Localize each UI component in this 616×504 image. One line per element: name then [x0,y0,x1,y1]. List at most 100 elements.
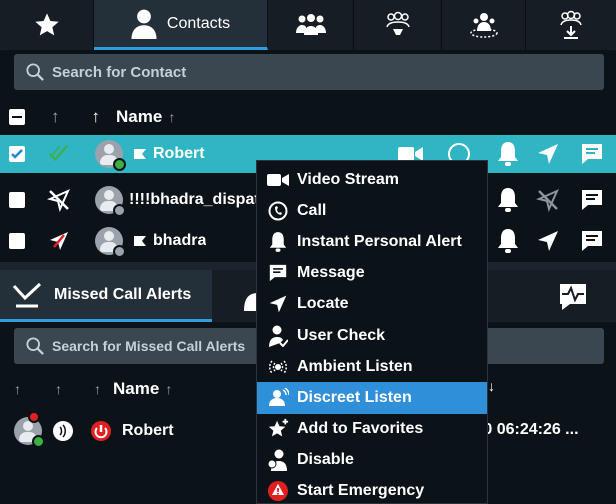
menu-item-user-check[interactable]: User Check [257,320,487,351]
name-sort-arrow-icon[interactable]: ↑ [168,109,175,125]
search-icon [26,337,44,355]
tab-missed-call-alerts[interactable]: Missed Call Alerts [0,270,212,322]
alert-bell-icon [269,232,287,252]
menu-item-label: Locate [297,295,349,313]
menu-item-label: Video Stream [297,170,399,188]
avatar [95,186,126,217]
menu-item-label: Call [297,201,327,219]
menu-item-start-emergency[interactable]: Start Emergency [257,476,487,504]
no-location-icon [47,189,70,212]
audio-call-icon [53,421,73,441]
message-icon [269,264,287,282]
sort-arrow-icon[interactable]: ↑ [55,381,62,397]
row-checkbox[interactable] [9,192,25,208]
location-unavailable-icon [50,232,68,250]
contacts-header-row: ↑ ↑ Name ↑ [0,100,616,134]
name-column-header[interactable]: Name [113,379,159,399]
flag-icon [134,149,146,159]
tab-contacts-label: Contacts [166,14,231,32]
group-download-icon [560,10,582,39]
alert-bell-icon[interactable] [497,141,519,167]
tab-audio[interactable] [556,280,590,314]
missed-call-search-placeholder: Search for Missed Call Alerts [52,338,246,354]
tab-contacts[interactable]: Contacts [94,0,268,50]
menu-item-label: Discreet Listen [297,388,412,406]
locate-icon [269,296,287,313]
select-all-checkbox[interactable] [9,109,25,125]
tab-favorites[interactable] [0,0,94,50]
locate-icon[interactable] [536,142,560,166]
menu-item-label: Message [297,264,365,282]
sort-status-arrow-icon[interactable]: ↑ [51,107,60,127]
menu-item-locate[interactable]: Locate [257,289,487,320]
ambient-listen-icon [269,360,287,374]
online-status-icon [113,158,126,171]
menu-item-instant-personal-alert[interactable]: Instant Personal Alert [257,226,487,257]
time-sort-arrow-icon[interactable]: ↓ [488,378,495,394]
menu-item-label: User Check [297,326,386,344]
flag-icon [134,236,146,246]
avatar [95,227,126,258]
menu-item-label: Add to Favorites [297,420,424,438]
contact-context-menu: Video Stream Call Instant Personal Alert… [256,160,488,504]
name-column-header[interactable]: Name [116,107,162,127]
tab-group-ring[interactable] [442,0,526,50]
contact-name: bhadra [153,232,207,249]
name-sort-arrow-icon[interactable]: ↑ [165,381,172,397]
sort-arrow-icon[interactable]: ↑ [94,381,101,397]
alert-badge-icon [28,411,40,423]
avatar [14,411,45,448]
power-alert-icon [91,421,111,441]
missed-call-name: Robert [122,422,174,439]
row-checkbox[interactable] [9,233,25,249]
menu-item-ambient-listen[interactable]: Ambient Listen [257,351,487,382]
sort-type-arrow-icon[interactable]: ↑ [92,107,101,127]
group-broadcast-icon [385,11,410,35]
sort-arrow-icon[interactable]: ↑ [14,381,21,397]
message-icon[interactable] [580,143,604,165]
menu-item-add-to-favorites[interactable]: Add to Favorites [257,414,487,445]
menu-item-label: Start Emergency [297,482,425,500]
menu-item-label: Ambient Listen [297,357,413,375]
user-check-icon [269,325,288,347]
menu-item-call[interactable]: Call [257,195,487,226]
tab-groups[interactable] [268,0,354,50]
top-tab-bar: Contacts [0,0,616,50]
person-icon [131,9,157,39]
offline-status-icon [113,245,126,258]
tab-group-download[interactable] [526,0,616,50]
online-status-icon [32,435,45,448]
emergency-icon [268,481,288,502]
tab-group-broadcast[interactable] [354,0,442,50]
tab-missed-call-alerts-label: Missed Call Alerts [54,285,192,303]
menu-item-message[interactable]: Message [257,258,487,289]
contact-search-placeholder: Search for Contact [52,63,187,81]
group-icon [295,14,326,35]
contact-name: Robert [153,145,205,162]
contact-search-input[interactable]: Search for Contact [14,54,604,90]
avatar [95,140,126,171]
call-icon [268,201,288,221]
alert-bell-icon[interactable] [497,187,519,213]
menu-item-discreet-listen[interactable]: Discreet Listen [257,382,487,414]
tracking-checkmark-icon [48,144,69,162]
alert-bell-icon[interactable] [497,228,519,254]
menu-item-label: Disable [297,451,354,469]
audio-wave-icon [560,284,586,310]
search-icon [26,63,44,81]
offline-status-icon [113,204,126,217]
locate-icon[interactable] [536,229,560,253]
add-favorite-icon [268,419,289,437]
menu-item-video-stream[interactable]: Video Stream [257,164,487,195]
message-icon[interactable] [580,230,604,252]
group-ring-icon [469,13,498,38]
message-icon[interactable] [580,189,604,211]
star-icon [34,13,59,36]
row-checkbox[interactable] [9,146,25,162]
disable-user-icon [268,449,287,472]
no-location-icon[interactable] [536,188,560,212]
menu-item-disable[interactable]: Disable [257,445,487,476]
video-camera-icon [267,173,289,186]
discreet-listen-icon [269,387,289,406]
missed-call-icon [12,282,42,307]
